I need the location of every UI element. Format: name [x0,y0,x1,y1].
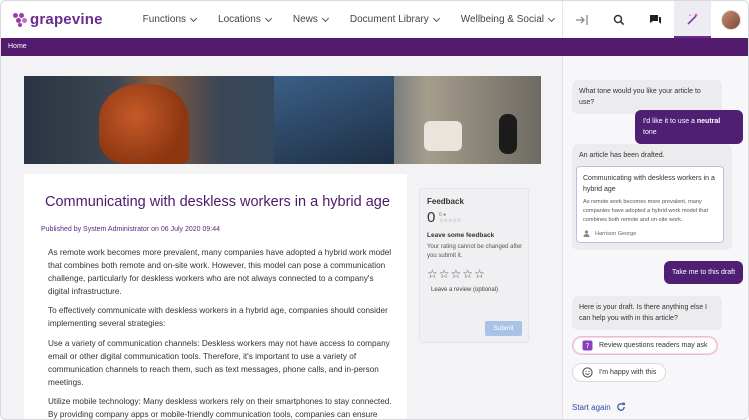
article-card: Communicating with deskless workers in a… [24,174,407,420]
question-sparkle-icon: ? [582,340,593,351]
message-text: I'd like it to use a [643,118,697,125]
draft-excerpt: As remote work becomes more prevalent, m… [583,199,709,223]
collapse-panel-button[interactable] [563,1,600,38]
suggestion-happy[interactable]: I'm happy with this [572,363,667,382]
draft-title: Communicating with deskless workers in a… [583,175,715,193]
nav-locations[interactable]: Locations [218,14,272,25]
search-icon [613,14,624,25]
suggestion-label: Review questions readers may ask [599,342,708,349]
main-nav: Functions Locations News Document Librar… [143,14,576,25]
brand-name: grapevine [30,11,103,28]
chat-icon [650,14,661,24]
feedback-score: 0 [427,209,436,226]
article-paragraph: To effectively communicate with deskless… [48,306,388,329]
nav-label: Functions [142,14,187,25]
magic-wand-icon [686,12,698,25]
feedback-mini-rating: 0 ● ☆☆☆☆☆ [439,212,461,224]
draft-preview-card[interactable]: Communicating with deskless workers in a… [576,166,724,243]
take-me-to-draft-button[interactable]: Take me to this draft [664,261,743,284]
smiley-icon [582,367,593,378]
chevron-down-icon [189,14,198,22]
nav-label: Document Library [349,14,429,25]
article-paragraph: As remote work becomes more prevalent, m… [48,248,392,297]
svg-text:?: ? [586,342,590,350]
start-again-label: Start again [572,402,611,412]
chevron-down-icon [547,14,556,22]
nav-functions[interactable]: Functions [142,14,198,25]
draft-author-name: Harrison George [595,230,637,237]
start-again-button[interactable]: Start again [572,402,626,412]
leave-review-link[interactable]: Leave a review (optional) [431,287,498,293]
main-content: Communicating with deskless workers in a… [1,56,562,420]
article-byline: Published by System Administrator on 06 … [41,226,220,233]
refresh-icon [616,402,625,411]
star-icon[interactable]: ☆ [474,267,486,281]
collapse-panel-icon [575,14,588,25]
nav-wellbeing-social[interactable]: Wellbeing & Social [460,14,556,25]
top-nav-bar: grapevine Functions Locations News Docum… [1,1,562,38]
breadcrumb: Home [1,38,748,56]
feedback-panel: Feedback 0 0 ● ☆☆☆☆☆ Leave some feedback… [419,188,529,343]
message-emphasis: neutral [696,118,721,125]
draft-author: Harrison George [583,230,636,237]
chevron-down-icon [321,14,329,22]
nav-news[interactable]: News [292,14,329,25]
chevron-down-icon [264,14,272,22]
user-message: I'd like it to use a neutral tone [635,110,743,144]
chat-button[interactable] [637,1,674,38]
assistant-chat-panel: What tone would you like your article to… [562,56,748,419]
message-text: An article has been drafted. [579,152,665,159]
nav-label: Locations [218,14,261,25]
assistant-message: What tone would you like your article to… [572,80,722,114]
star-icon[interactable]: ☆ [451,267,463,281]
hero-image [24,76,541,164]
nav-label: Wellbeing & Social [460,14,544,25]
suggestion-label: I'm happy with this [599,369,657,376]
ai-assistant-tab[interactable] [674,1,711,38]
star-icon[interactable]: ☆ [427,267,439,281]
app-window: grapevine Functions Locations News Docum… [0,0,749,420]
article-title: Communicating with deskless workers in a… [45,194,390,210]
rating-stars: ☆☆☆☆☆ [427,267,486,281]
suggestion-review-questions[interactable]: ? Review questions readers may ask [572,336,718,355]
breadcrumb-home[interactable]: Home [8,43,27,50]
star-icon[interactable]: ☆ [462,267,474,281]
star-icon[interactable]: ☆ [439,267,451,281]
nav-label: News [292,14,318,25]
article-paragraph: Use a variety of communication channels:… [48,338,390,387]
search-button[interactable] [600,1,637,38]
feedback-note: Your rating cannot be changed after you … [427,244,523,259]
submit-button[interactable]: Submit [485,321,522,336]
feedback-heading: Leave some feedback [427,232,495,239]
grapevine-logo[interactable]: grapevine [13,11,103,28]
message-text: tone [643,129,657,136]
assistant-message: Here is your draft. Is there anything el… [572,296,722,330]
person-icon [583,230,590,237]
grape-logo-icon [13,12,27,27]
nav-document-library[interactable]: Document Library [349,14,440,25]
user-avatar[interactable] [721,9,741,30]
feedback-title: Feedback [427,197,464,206]
article-paragraph: Utilize mobile technology: Many deskless… [48,396,392,420]
mini-stars-icon: ☆☆☆☆☆ [439,218,462,224]
panel-toolbar [562,1,748,38]
chevron-down-icon [432,14,440,22]
article-body: As remote work becomes more prevalent, m… [48,246,393,420]
